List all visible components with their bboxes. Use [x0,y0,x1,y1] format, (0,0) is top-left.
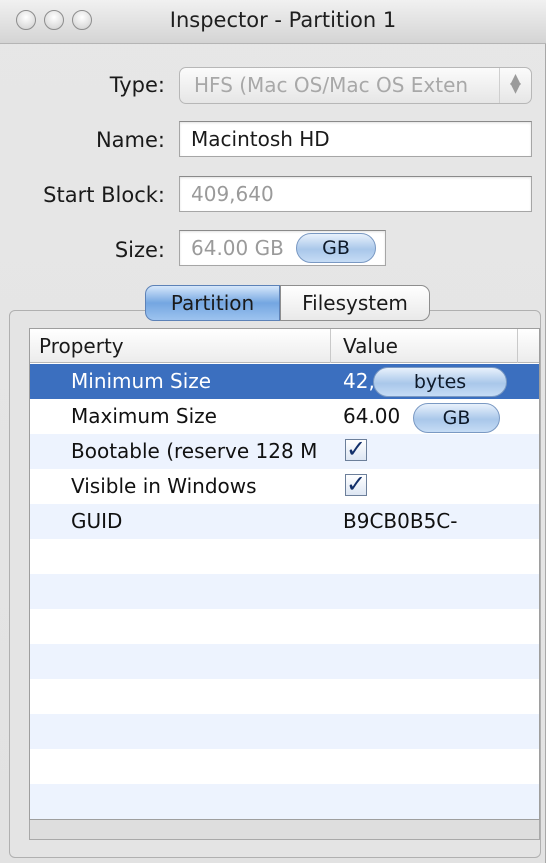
type-popup[interactable]: HFS (Mac OS/Mac OS Exten ▲ ▼ [179,67,532,104]
property-name: Visible in Windows [71,474,257,498]
inspector-window: Inspector - Partition 1 Type: HFS (Mac O… [0,0,546,863]
start-block-field[interactable]: 409,640 [179,176,532,212]
property-value[interactable]: B9CB0B5C- [343,509,457,533]
type-popup-value: HFS (Mac OS/Mac OS Exten [194,73,469,97]
column-divider[interactable] [517,329,518,363]
empty-row [30,679,539,714]
size-unit-button[interactable]: GB [296,233,376,263]
size-label: Size: [114,238,165,262]
table-row-maximum-size[interactable]: Maximum Size 64.00 GB [30,399,539,434]
empty-row [30,749,539,784]
property-name: GUID [71,509,123,533]
property-name: Minimum Size [71,369,212,393]
column-header-value[interactable]: Value [343,334,398,358]
empty-row [30,784,539,819]
name-field[interactable]: Macintosh HD [179,121,532,157]
table-row-bootable[interactable]: Bootable (reserve 128 M ✓ [30,434,539,469]
type-label: Type: [109,73,165,97]
table-row-minimum-size[interactable]: Minimum Size 42,72 bytes [30,364,539,399]
checkmark-icon[interactable]: ✓ [345,437,367,461]
table-header: Property Value [30,329,539,363]
tab-filesystem[interactable]: Filesystem [280,285,430,321]
name-label: Name: [95,128,165,152]
table-bottom-bar [29,820,540,840]
table-row-guid[interactable]: GUID B9CB0B5C- [30,504,539,539]
title-bar[interactable]: Inspector - Partition 1 [0,0,546,44]
empty-row [30,609,539,644]
empty-row [30,714,539,749]
updown-arrows-icon: ▲ ▼ [499,68,531,103]
unit-button-gb[interactable]: GB [413,403,500,433]
empty-row [30,644,539,679]
property-name: Maximum Size [71,404,217,428]
table-row-visible-in-windows[interactable]: Visible in Windows ✓ [30,469,539,504]
column-divider[interactable] [330,329,331,363]
property-table[interactable]: Property Value Minimum Size 42,72 bytes … [29,328,540,820]
start-block-label: Start Block: [43,183,165,207]
window-title: Inspector - Partition 1 [169,8,397,32]
size-value: 64.00 GB [191,236,284,260]
column-header-property[interactable]: Property [39,334,124,358]
empty-row [30,539,539,574]
checkmark-icon[interactable]: ✓ [345,472,367,496]
property-value[interactable]: 64.00 [343,404,400,428]
unit-button-bytes[interactable]: bytes [373,367,507,397]
empty-row [30,574,539,609]
property-name: Bootable (reserve 128 M [71,439,318,463]
tab-partition[interactable]: Partition [145,285,280,321]
